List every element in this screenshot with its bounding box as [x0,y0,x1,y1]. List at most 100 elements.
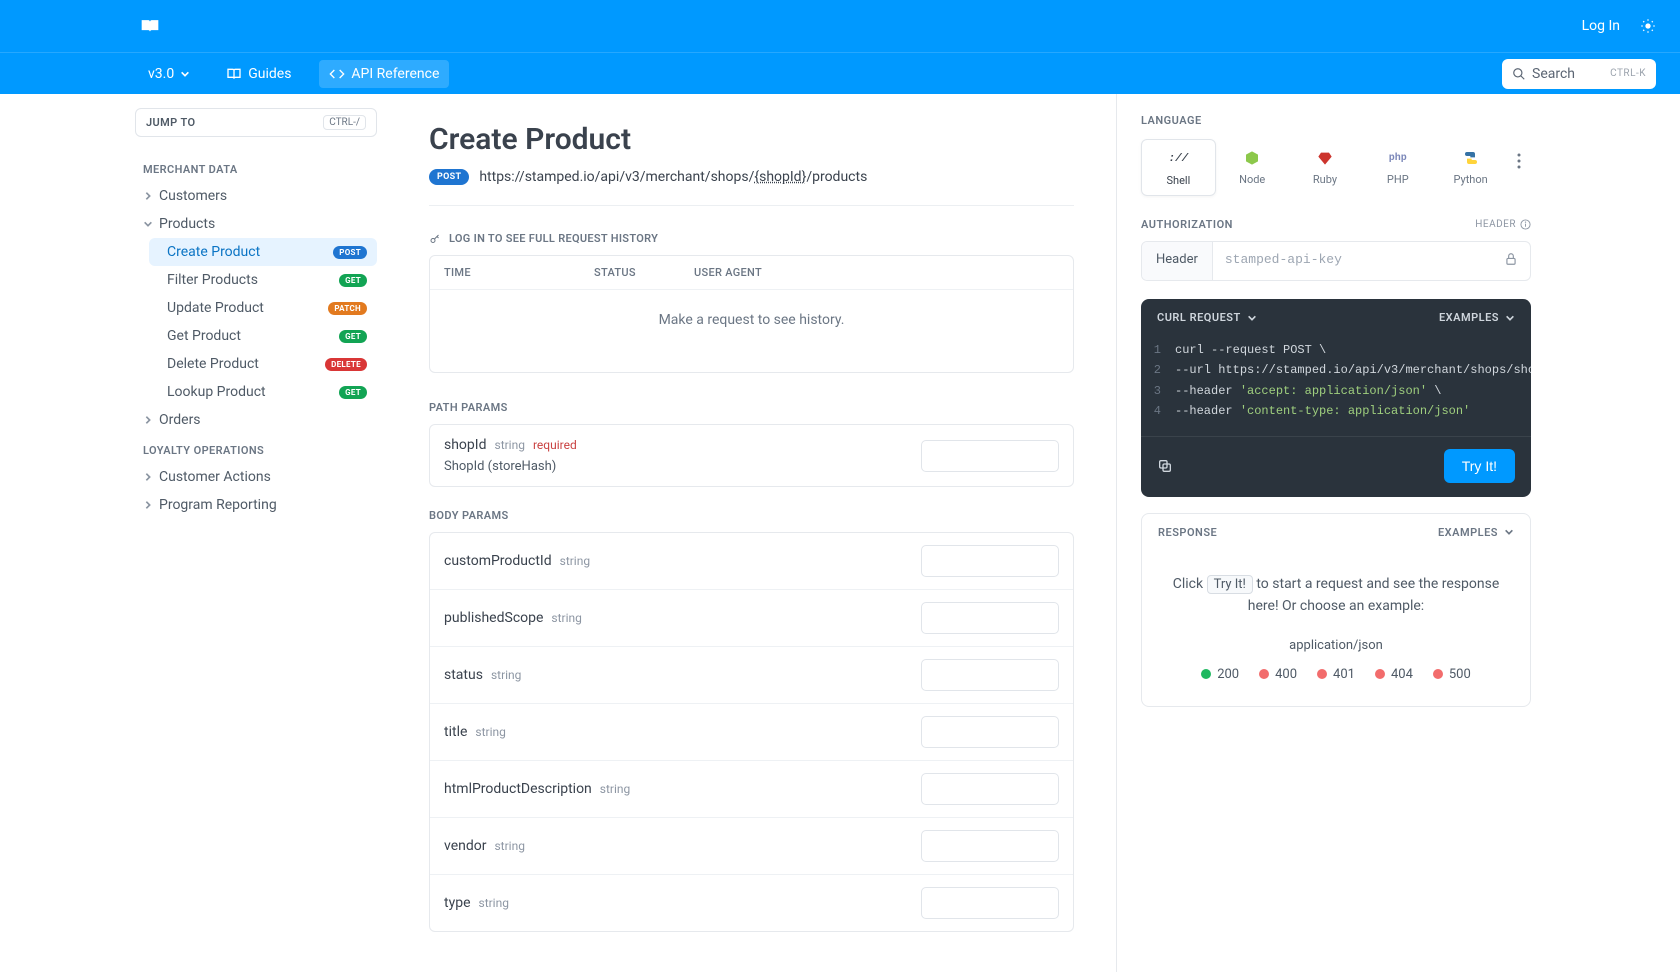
response-label: RESPONSE [1158,526,1217,539]
status-dot-icon [1259,669,1269,679]
sidebar-item-products[interactable]: Products [135,210,377,238]
param-input-htmlProductDescription[interactable] [921,773,1059,805]
history-empty: Make a request to see history. [430,290,1073,372]
language-more[interactable] [1507,139,1531,169]
logo[interactable] [140,18,160,34]
nav-api-reference[interactable]: API Reference [319,60,449,88]
status-404[interactable]: 404 [1375,667,1413,682]
param-name: htmlProductDescription [444,781,592,797]
history-col-status: STATUS [594,266,694,279]
status-400[interactable]: 400 [1259,667,1297,682]
param-type: string [600,782,630,796]
method-badge: DELETE [325,358,367,371]
login-link[interactable]: Log In [1582,18,1620,34]
sidebar-subitem[interactable]: Create ProductPOST [149,238,377,266]
try-it-button[interactable]: Try It! [1444,449,1515,483]
param-input-status[interactable] [921,659,1059,691]
history-col-time: TIME [444,266,594,279]
param-name: customProductId [444,553,552,569]
param-input-shopId[interactable] [921,440,1059,472]
jump-to-label: JUMP TO [146,116,196,129]
param-type: string [551,611,581,625]
language-shell[interactable]: :// Shell [1141,139,1216,196]
param-input-publishedScope[interactable] [921,602,1059,634]
status-500[interactable]: 500 [1433,667,1471,682]
body-params-label: BODY PARAMS [429,509,1074,522]
nav-guides[interactable]: Guides [216,60,301,88]
param-type: string [475,725,505,739]
sidebar-subitem[interactable]: Get ProductGET [149,322,377,350]
sidebar-subitem[interactable]: Delete Product DELETE [149,350,377,378]
try-it-inline[interactable]: Try It! [1207,575,1253,594]
search-input[interactable]: Search CTRL-K [1502,59,1656,89]
authorization-sublabel: HEADER [1475,219,1531,230]
history-columns: TIME STATUS USER AGENT [430,256,1073,290]
param-name: title [444,724,467,740]
language-python[interactable]: Python [1434,139,1507,194]
response-examples-dropdown[interactable]: EXAMPLES [1438,526,1514,539]
method-badge: GET [339,274,367,287]
method-badge: GET [339,386,367,399]
version-dropdown[interactable]: v3.0 [140,62,198,86]
language-row: :// Shell Node Ruby php PHP Python [1141,139,1531,196]
code-examples-dropdown[interactable]: EXAMPLES [1439,311,1515,324]
sidebar: JUMP TO CTRL-/ MERCHANT DATA Customers P… [125,94,387,972]
sidebar-item-customer-actions[interactable]: Customer Actions [135,463,377,491]
nav-api-reference-label: API Reference [351,66,439,82]
top-header: Log In [0,0,1680,52]
sidebar-item-program-reporting[interactable]: Program Reporting [135,491,377,519]
method-badge: PATCH [328,302,367,315]
chevron-right-icon [143,191,153,201]
jump-to[interactable]: JUMP TO CTRL-/ [135,108,377,137]
sidebar-item-customers[interactable]: Customers [135,182,377,210]
code-header: CURL REQUEST EXAMPLES [1141,299,1531,336]
param-description: ShopId (storeHash) [444,459,577,474]
status-row: 200 400 401 404 500 [1162,667,1510,682]
status-dot-icon [1433,669,1443,679]
param-input-type[interactable] [921,887,1059,919]
chevron-right-icon [143,472,153,482]
status-200[interactable]: 200 [1201,667,1239,682]
language-ruby[interactable]: Ruby [1289,139,1362,194]
param-input-title[interactable] [921,716,1059,748]
chevron-down-icon [180,69,190,79]
response-header: RESPONSE EXAMPLES [1142,514,1530,551]
sidebar-subitem[interactable]: Lookup ProductGET [149,378,377,406]
endpoint-url: https://stamped.io/api/v3/merchant/shops… [479,169,867,185]
body-params-box: customProductId string publishedScope strin… [429,532,1074,932]
language-node[interactable]: Node [1216,139,1289,194]
lock-icon [1504,252,1518,266]
body-param-row: status string [430,647,1073,704]
sidebar-section-merchant-data: MERCHANT DATA [135,153,377,182]
auth-box: Header stamped-api-key [1141,241,1531,281]
code-block: CURL REQUEST EXAMPLES 1curl --request PO… [1141,299,1531,497]
sidebar-item-label: Create Product [167,244,260,260]
body-param-row: title string [430,704,1073,761]
status-401[interactable]: 401 [1317,667,1355,682]
param-name: publishedScope [444,610,543,626]
sidebar-item-orders[interactable]: Orders [135,406,377,434]
sidebar-item-label: Delete Product [167,356,259,372]
param-name: shopId [444,437,487,453]
php-icon: php [1389,149,1407,167]
info-icon [1520,219,1531,230]
sidebar-subitem[interactable]: Filter ProductsGET [149,266,377,294]
copy-icon[interactable] [1157,458,1173,474]
param-input-vendor[interactable] [921,830,1059,862]
sidebar-item-label: Program Reporting [159,497,277,513]
code-title-dropdown[interactable]: CURL REQUEST [1157,311,1257,324]
sidebar-item-label: Update Product [167,300,264,316]
param-input-customProductId[interactable] [921,545,1059,577]
sun-icon[interactable] [1640,18,1656,34]
param-type: string [491,668,521,682]
param-type: string [495,438,525,452]
top-right: Log In [1582,18,1656,34]
chevron-down-icon [1247,313,1257,323]
auth-input[interactable]: stamped-api-key [1213,242,1492,280]
sidebar-subitem[interactable]: Update Product PATCH [149,294,377,322]
language-php[interactable]: php PHP [1361,139,1434,194]
param-name: status [444,667,483,683]
sub-header: v3.0 Guides API Reference Search CTRL-K [0,52,1680,94]
shell-icon: :// [1169,150,1187,168]
status-dot-icon [1201,669,1211,679]
